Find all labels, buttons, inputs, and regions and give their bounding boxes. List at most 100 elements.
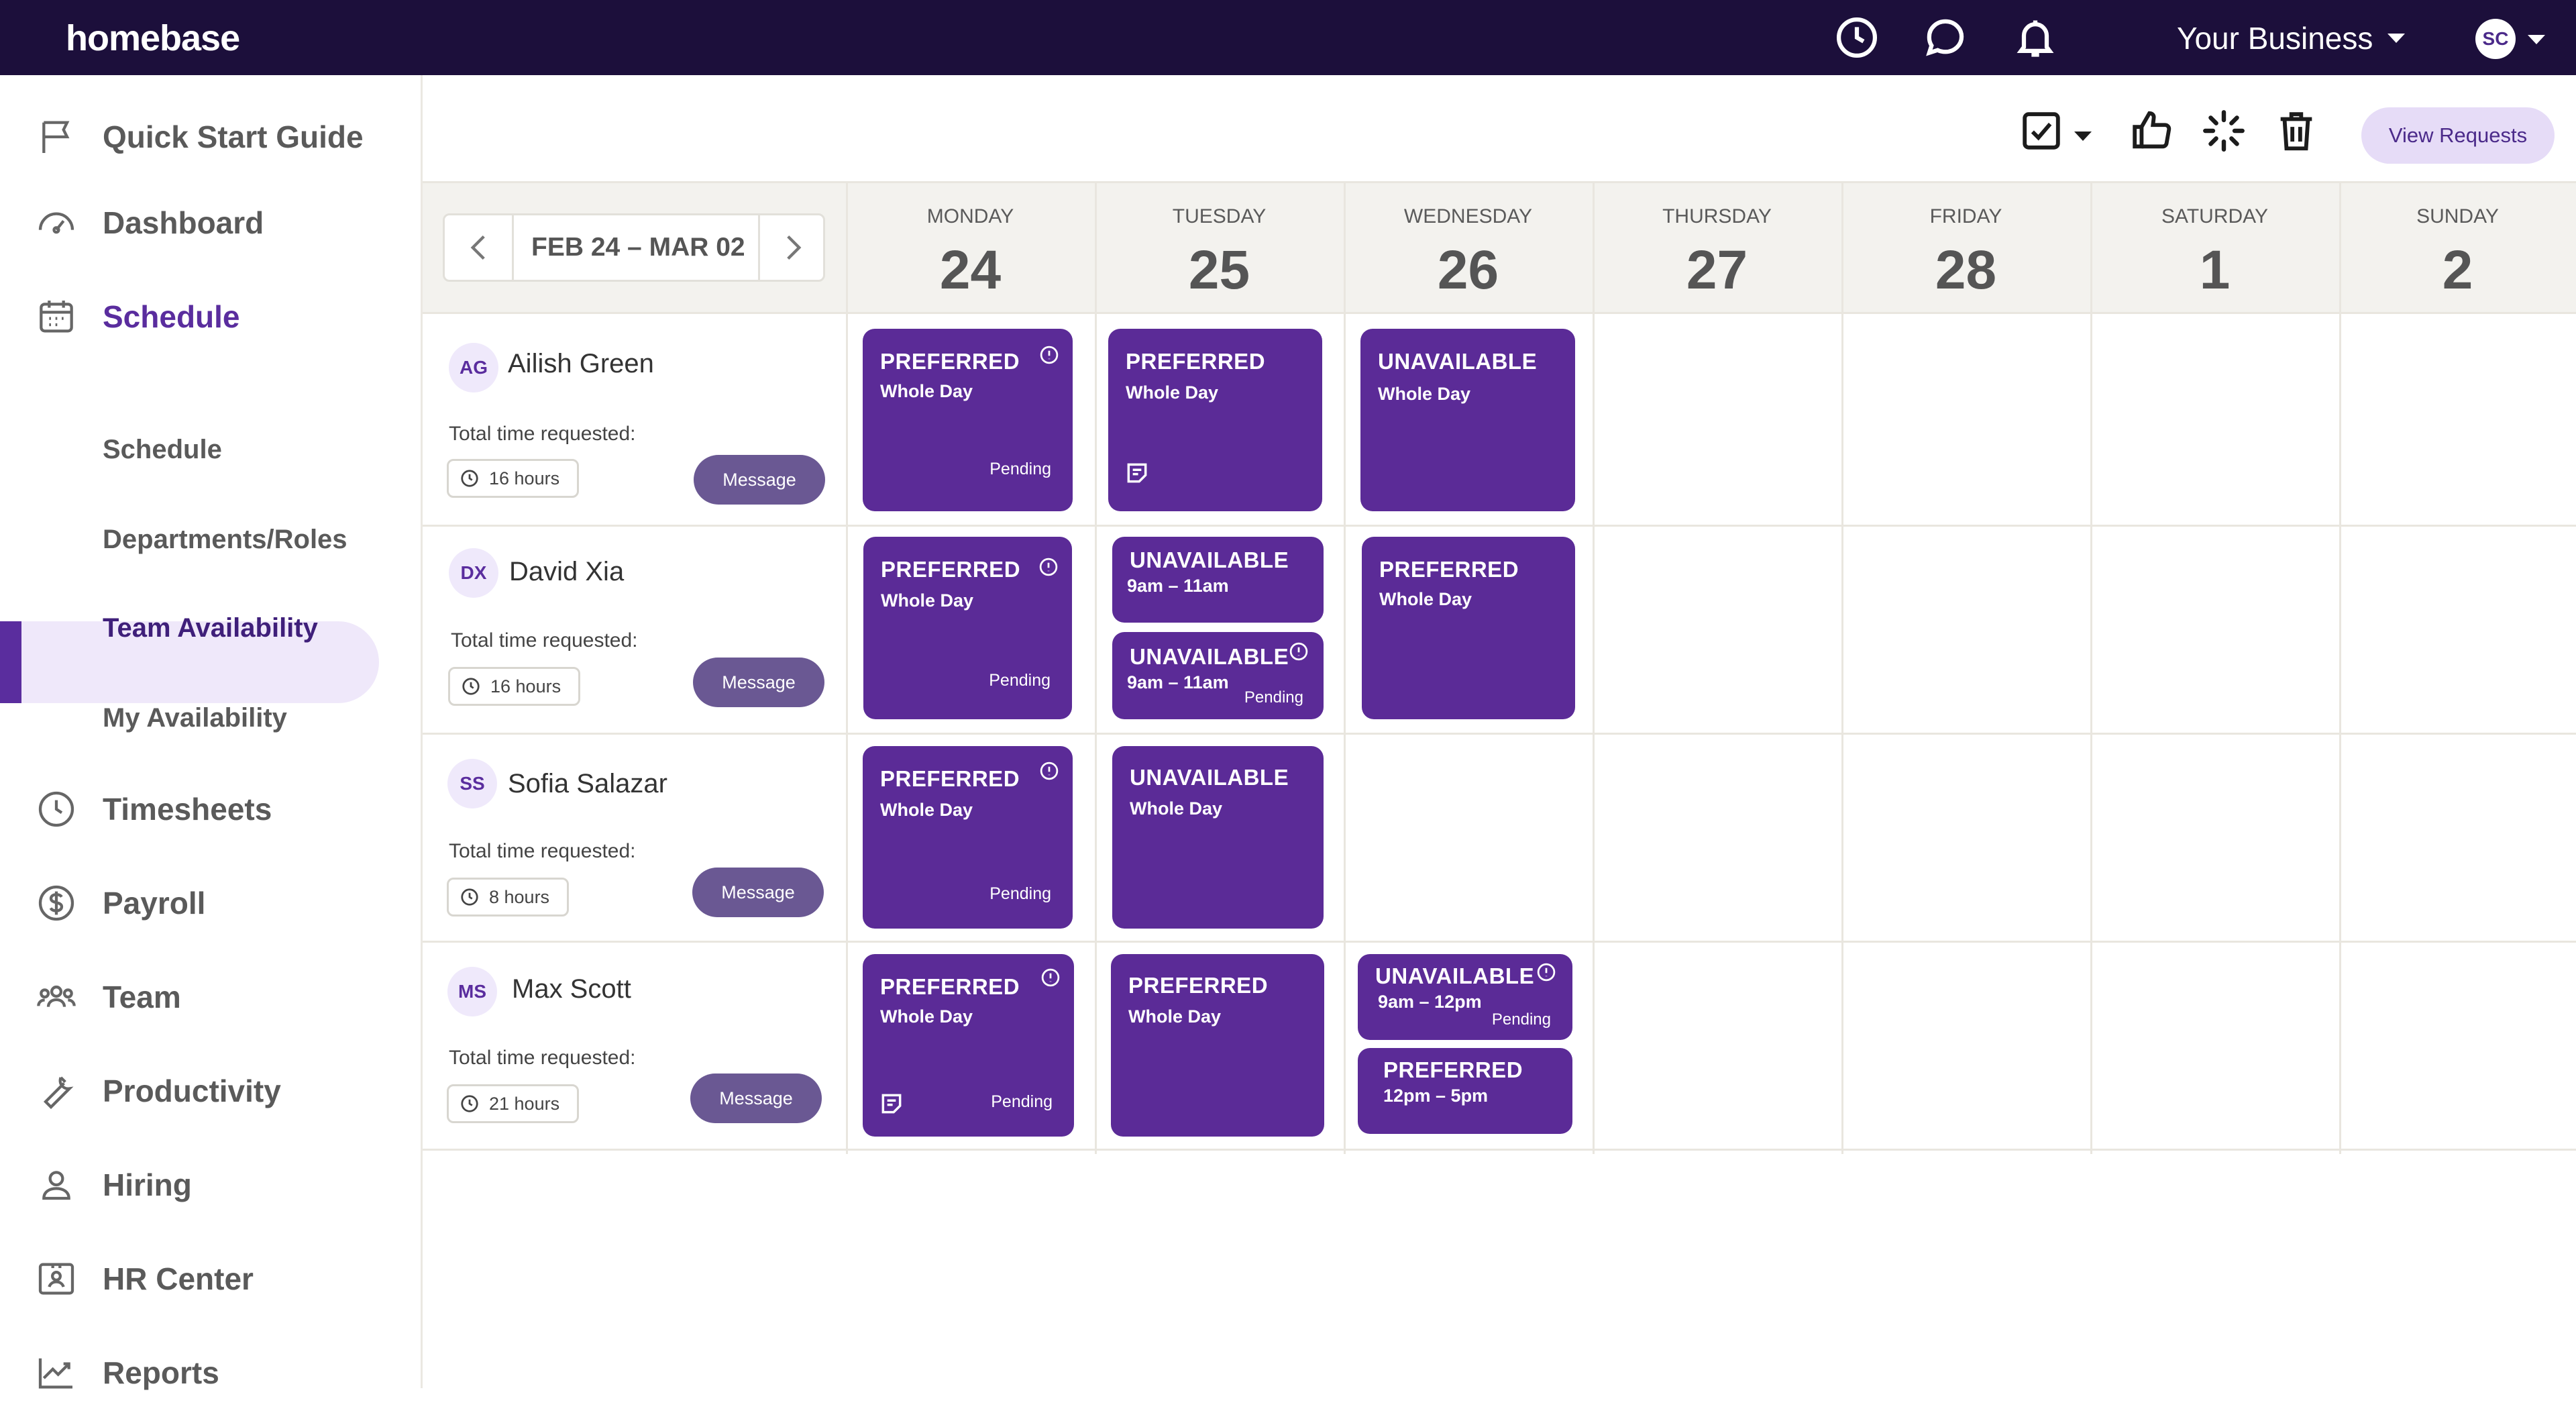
message-button[interactable]: Message [690, 1074, 822, 1123]
grid-line [2090, 182, 2092, 1154]
total-time-label: Total time requested: [451, 629, 638, 651]
sidebar-item-quick-start-guide[interactable]: Quick Start Guide [0, 97, 423, 177]
sidebar-item-team[interactable]: Team [0, 957, 423, 1037]
checkbox-select-icon[interactable] [2018, 107, 2065, 154]
availability-card[interactable]: PREFERRED Whole Day [1362, 537, 1575, 719]
availability-card[interactable]: PREFERRED Whole Day Pending [863, 329, 1073, 511]
availability-card[interactable]: UNAVAILABLE Whole Day [1112, 746, 1324, 929]
sidebar-item-label: Productivity [103, 1074, 281, 1108]
total-time-label: Total time requested: [449, 1047, 636, 1069]
sidebar-item-timesheets[interactable]: Timesheets [0, 769, 423, 849]
chevron-down-icon[interactable] [2528, 35, 2545, 44]
clock-icon [461, 1095, 478, 1112]
info-icon[interactable] [1536, 962, 1556, 982]
availability-card[interactable]: UNAVAILABLE 9am – 11am [1112, 537, 1324, 623]
availability-card[interactable]: PREFERRED Whole Day Pending [863, 537, 1072, 719]
grid-line [423, 525, 2576, 527]
sidebar-item-schedule[interactable]: Schedule [0, 276, 423, 357]
chevron-left-icon [470, 235, 485, 260]
grid-line [846, 182, 848, 1154]
card-type: PREFERRED [880, 766, 1020, 791]
sidebar-item-hr-center[interactable]: HR Center [0, 1239, 423, 1319]
sidebar-item-hiring[interactable]: Hiring [0, 1145, 423, 1225]
sidebar-subitem-schedule[interactable]: Schedule [0, 409, 423, 490]
message-button[interactable]: Message [694, 455, 825, 505]
sidebar-item-label: Quick Start Guide [103, 119, 364, 154]
card-type: PREFERRED [881, 557, 1021, 582]
thumbs-up-icon[interactable] [2128, 107, 2175, 154]
info-icon[interactable] [1039, 345, 1059, 365]
availability-card[interactable]: PREFERRED 12pm – 5pm [1358, 1048, 1572, 1134]
user-avatar[interactable]: SC [2475, 19, 2516, 59]
clock-icon[interactable] [1834, 15, 1880, 60]
card-type: PREFERRED [1126, 349, 1266, 374]
view-requests-button[interactable]: View Requests [2361, 107, 2555, 164]
availability-card[interactable]: UNAVAILABLE 9am – 11am Pending [1112, 632, 1324, 719]
grid-line [423, 941, 2576, 943]
info-icon[interactable] [1039, 761, 1059, 781]
card-time: 12pm – 5pm [1383, 1086, 1489, 1106]
loading-spinner-icon[interactable] [2200, 107, 2247, 154]
total-time-label: Total time requested: [449, 423, 636, 445]
sidebar-subitem-departments-roles[interactable]: Departments/Roles [0, 499, 423, 580]
employee-name[interactable]: Max Scott [512, 974, 631, 1004]
note-icon[interactable] [879, 1091, 904, 1116]
app-logo[interactable]: homebase [66, 17, 240, 59]
card-time: 9am – 11am [1127, 576, 1229, 596]
message-button[interactable]: Message [692, 868, 824, 917]
info-icon[interactable] [1040, 967, 1061, 988]
sidebar-item-label: Reports [103, 1355, 219, 1390]
employee-name[interactable]: Sofia Salazar [508, 769, 667, 799]
availability-card[interactable]: PREFERRED Whole Day [1108, 329, 1322, 511]
trash-icon[interactable] [2273, 107, 2320, 154]
sidebar-item-reports[interactable]: Reports [0, 1332, 423, 1413]
card-type: PREFERRED [880, 349, 1020, 374]
message-button[interactable]: Message [693, 658, 824, 707]
card-time: Whole Day [880, 800, 973, 820]
info-icon[interactable] [1289, 641, 1309, 662]
employee-name[interactable]: David Xia [509, 557, 624, 587]
hours-badge: 8 hours [447, 878, 570, 917]
dollar-icon [38, 885, 74, 921]
gauge-icon [38, 212, 74, 234]
sidebar-item-label: Hiring [103, 1167, 192, 1202]
availability-card[interactable]: UNAVAILABLE 9am – 12pm Pending [1358, 954, 1572, 1040]
availability-card[interactable]: PREFERRED Whole Day Pending [863, 746, 1073, 929]
sidebar-item-dashboard[interactable]: Dashboard [0, 182, 423, 263]
availability-card[interactable]: UNAVAILABLE Whole Day [1360, 329, 1575, 511]
sidebar-subitem-team-availability[interactable]: Team Availability [0, 588, 423, 668]
bell-icon[interactable] [2012, 15, 2058, 60]
sidebar-subitem-label: Departments/Roles [103, 524, 347, 554]
chat-icon[interactable] [1923, 15, 1968, 60]
card-status: Pending [1244, 688, 1303, 706]
day-name: MONDAY [926, 205, 1014, 227]
info-icon[interactable] [1038, 557, 1059, 577]
chevron-down-icon[interactable] [2074, 132, 2092, 141]
note-icon[interactable] [1124, 460, 1150, 486]
card-time: Whole Day [1378, 384, 1471, 404]
card-time: Whole Day [1126, 382, 1219, 403]
sidebar: Quick Start Guide Dashboard Schedule Sch… [0, 75, 423, 1390]
day-header-monday: MONDAY 24 [846, 182, 1095, 312]
sidebar-subitem-my-availability[interactable]: My Availability [0, 678, 423, 758]
availability-card[interactable]: PREFERRED Whole Day [1111, 954, 1324, 1137]
sidebar-item-label: Schedule [103, 299, 240, 334]
previous-week-button[interactable] [445, 215, 512, 280]
day-header-friday: FRIDAY 28 [1841, 182, 2090, 312]
card-type: UNAVAILABLE [1375, 963, 1535, 988]
date-range-label[interactable]: FEB 24 – MAR 02 [512, 215, 760, 280]
hours-badge: 16 hours [448, 667, 581, 706]
sidebar-item-productivity[interactable]: Productivity [0, 1051, 423, 1131]
hours-value: 8 hours [489, 886, 550, 907]
card-type: UNAVAILABLE [1130, 765, 1289, 790]
day-number: 1 [2199, 240, 2231, 301]
date-range-picker: FEB 24 – MAR 02 [443, 213, 825, 282]
availability-card[interactable]: PREFERRED Whole Day Pending [863, 954, 1074, 1137]
day-name: SATURDAY [2161, 205, 2268, 227]
next-week-button[interactable] [760, 215, 827, 280]
avatar: DX [449, 548, 498, 598]
business-switcher[interactable]: Your Business [2177, 20, 2406, 56]
employee-name[interactable]: Ailish Green [508, 349, 654, 379]
day-number: 25 [1188, 240, 1250, 301]
sidebar-item-payroll[interactable]: Payroll [0, 863, 423, 943]
